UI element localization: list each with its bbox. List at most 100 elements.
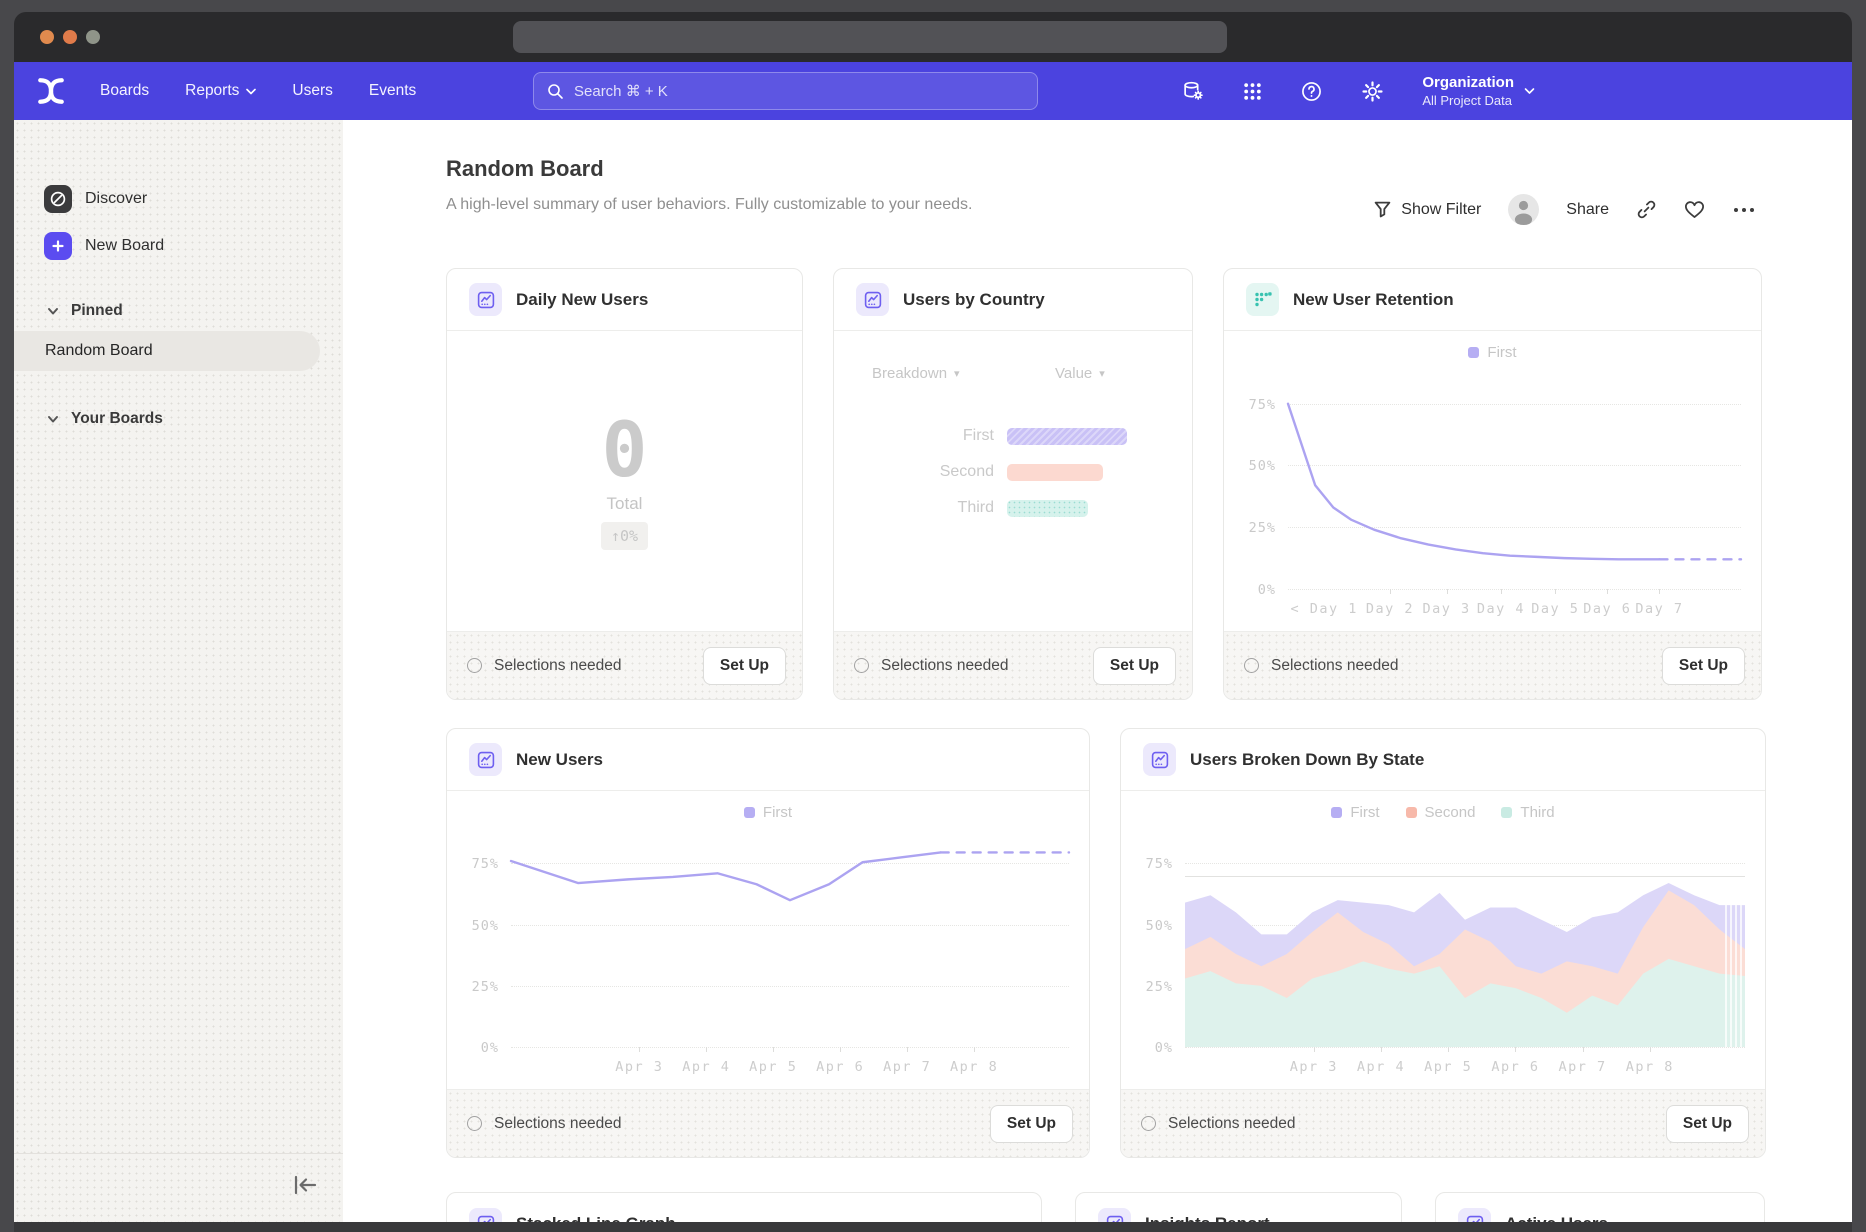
set-up-button[interactable]: Set Up <box>703 647 786 685</box>
retention-grid-icon <box>1246 283 1279 316</box>
card-title: New User Retention <box>1293 290 1454 310</box>
page-subtitle: A high-level summary of user behaviors. … <box>446 196 972 214</box>
nav-item-users[interactable]: Users <box>292 82 332 100</box>
line-chart-icon <box>856 283 889 316</box>
chevron-down-icon <box>1524 87 1535 95</box>
legend-item: First <box>744 804 792 821</box>
sidebar-section-your-boards[interactable]: Your Boards <box>47 410 163 428</box>
status-circle-icon <box>1141 1116 1156 1131</box>
legend-chip-icon <box>1331 807 1342 818</box>
card-title: Users Broken Down By State <box>1190 750 1424 770</box>
address-bar[interactable] <box>513 21 1227 53</box>
sidebar: Discover New Board Pinned Random Board Y… <box>14 120 343 1222</box>
window-bottom-edge <box>14 1222 1852 1232</box>
top-navbar: Boards Reports Users Events Search ⌘ + K <box>14 62 1852 120</box>
x-axis-label: Apr 7 <box>883 1059 931 1075</box>
collapse-sidebar-icon[interactable] <box>290 1172 320 1198</box>
org-project: All Project Data <box>1422 93 1514 108</box>
show-filter-button[interactable]: Show Filter <box>1374 201 1481 219</box>
help-icon[interactable] <box>1300 80 1323 103</box>
sidebar-item-label: Discover <box>85 190 147 208</box>
search-input[interactable]: Search ⌘ + K <box>533 72 1038 110</box>
retention-chart: First75%50%25%0%< Day 1Day 2Day 3Day 4Da… <box>1224 331 1761 631</box>
chart-legend: First <box>447 804 1089 821</box>
set-up-button[interactable]: Set Up <box>1093 647 1176 685</box>
close-window-button[interactable] <box>40 30 54 44</box>
share-button[interactable]: Share <box>1566 201 1609 219</box>
x-axis-label: Day 2 <box>1366 601 1414 617</box>
x-axis-label: Apr 8 <box>1626 1059 1674 1075</box>
sidebar-item-random-board[interactable]: Random Board <box>14 331 320 371</box>
status-text: Selections needed <box>494 1115 978 1133</box>
x-axis-label: Apr 3 <box>1290 1059 1338 1075</box>
y-axis-label: 0% <box>453 1040 499 1056</box>
legend-item: First <box>1468 344 1516 361</box>
nav-item-label: Events <box>369 82 416 100</box>
set-up-button[interactable]: Set Up <box>990 1105 1073 1143</box>
line-chart-icon <box>469 1208 502 1223</box>
set-up-button[interactable]: Set Up <box>1662 647 1745 685</box>
card-title: New Users <box>516 750 603 770</box>
avatar[interactable] <box>1508 194 1539 225</box>
nav-item-label: Reports <box>185 82 239 100</box>
value-bar <box>1007 500 1088 517</box>
new-users-chart: First 75%50%25%0%Apr 3Apr 4Apr 5Apr 6Apr … <box>447 791 1089 1089</box>
settings-gear-icon[interactable] <box>1361 80 1384 103</box>
x-axis-label: Day 5 <box>1531 601 1579 617</box>
country-breakdown-list: First Second Third <box>834 427 1192 517</box>
legend-item: Second <box>1406 804 1476 821</box>
filter-icon <box>1374 201 1391 218</box>
breakdown-label: Breakdown <box>872 365 947 382</box>
projection-hatch <box>1725 883 1745 1047</box>
x-axis-label: Apr 7 <box>1559 1059 1607 1075</box>
x-axis-label: Day 3 <box>1422 601 1470 617</box>
dropdown-triangle-icon: ▾ <box>954 367 960 380</box>
chevron-down-icon <box>47 307 59 316</box>
minimize-window-button[interactable] <box>63 30 77 44</box>
apps-grid-icon[interactable] <box>1243 82 1262 101</box>
nav-item-reports[interactable]: Reports <box>185 82 256 100</box>
sidebar-item-new-board[interactable]: New Board <box>44 232 164 260</box>
legend-chip-icon <box>1468 347 1479 358</box>
value-label: Value <box>1055 365 1092 382</box>
zoom-window-button[interactable] <box>86 30 100 44</box>
dropdown-triangle-icon: ▾ <box>1099 367 1105 380</box>
legend-chip-icon <box>1406 807 1417 818</box>
row-label: Third <box>834 499 994 517</box>
sidebar-section-pinned[interactable]: Pinned <box>47 302 123 320</box>
legend-label: First <box>1350 804 1379 821</box>
chart-legend: FirstSecondThird <box>1121 804 1765 821</box>
nav-item-boards[interactable]: Boards <box>100 82 149 100</box>
x-axis-label: Apr 4 <box>1357 1059 1405 1075</box>
more-options-icon[interactable] <box>1732 206 1756 214</box>
legend-label: First <box>763 804 792 821</box>
favorite-heart-icon[interactable] <box>1684 200 1705 219</box>
chart-plot-area: 75%50%25%0%Apr 3Apr 4Apr 5Apr 6Apr 7Apr … <box>1185 839 1745 1047</box>
line-chart-icon <box>1098 1208 1131 1223</box>
value-dropdown[interactable]: Value ▾ <box>1055 365 1105 382</box>
card-daily-new-users: Daily New Users 0 Total ↑0% Selections n… <box>446 268 803 700</box>
card-stacked-line-graph: Stacked Line Graph <box>446 1192 1042 1222</box>
y-axis-label: 50% <box>1230 458 1276 474</box>
x-axis-label: Apr 5 <box>749 1059 797 1075</box>
copy-link-icon[interactable] <box>1636 199 1657 220</box>
navbar-right: Organization All Project Data <box>1182 62 1535 120</box>
org-switcher[interactable]: Organization All Project Data <box>1422 74 1535 108</box>
card-users-by-state: Users Broken Down By State FirstSecondTh… <box>1120 728 1766 1158</box>
chart-plot-area: 75%50%25%0%Apr 3Apr 4Apr 5Apr 6Apr 7Apr … <box>511 839 1069 1047</box>
compass-icon <box>44 185 72 213</box>
x-axis-label: Apr 4 <box>682 1059 730 1075</box>
x-axis-label: < Day 1 <box>1291 601 1358 617</box>
card-title: Stacked Line Graph <box>516 1214 676 1222</box>
mixpanel-logo[interactable] <box>36 76 66 106</box>
status-text: Selections needed <box>1271 657 1650 675</box>
sidebar-item-discover[interactable]: Discover <box>44 185 147 213</box>
legend-label: First <box>1487 344 1516 361</box>
set-up-button[interactable]: Set Up <box>1666 1105 1749 1143</box>
y-axis-label: 75% <box>1127 856 1173 872</box>
section-label: Your Boards <box>71 410 163 428</box>
data-management-icon[interactable] <box>1182 80 1205 103</box>
breakdown-dropdown[interactable]: Breakdown ▾ <box>872 365 960 382</box>
nav-menu: Boards Reports Users Events <box>100 82 416 100</box>
nav-item-events[interactable]: Events <box>369 82 416 100</box>
